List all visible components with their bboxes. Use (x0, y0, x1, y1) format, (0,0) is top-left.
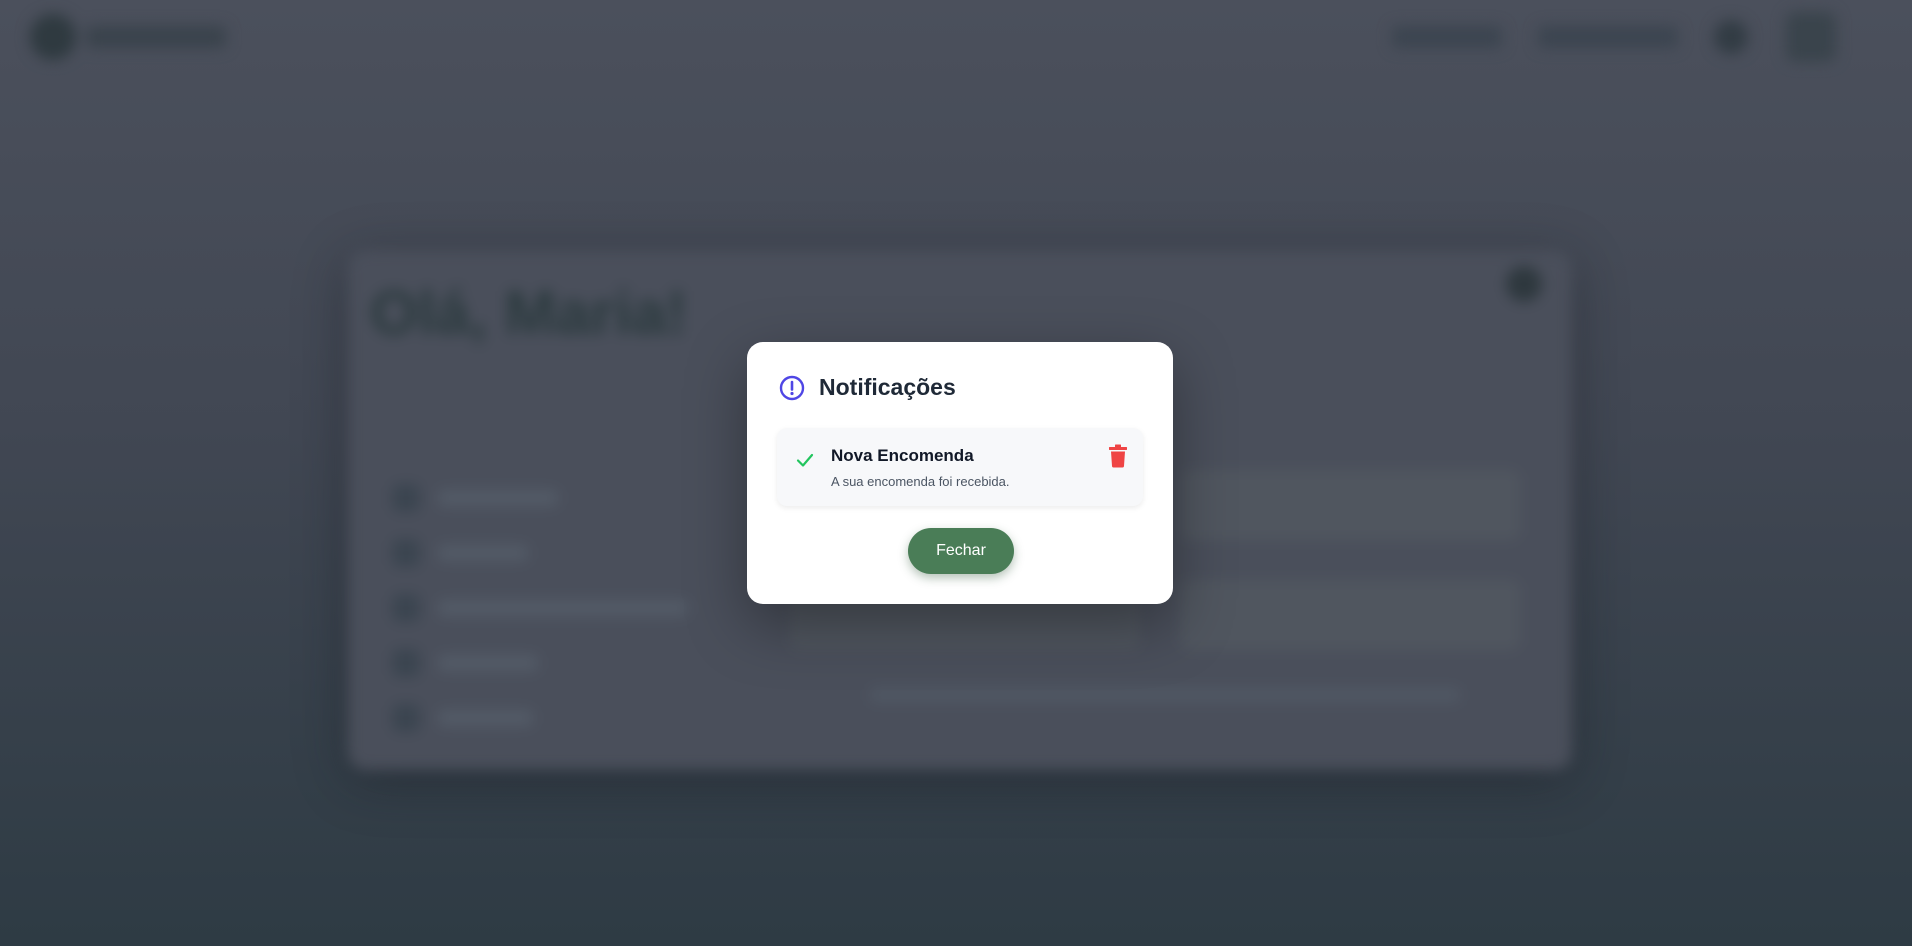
dashboard-close-icon (1506, 266, 1542, 302)
panel-tile (1180, 470, 1520, 540)
notification-title: Nova Encomenda (831, 446, 974, 465)
nav-link (1392, 26, 1502, 48)
modal-title: Notificações (819, 374, 956, 400)
dashboard-list (392, 470, 712, 745)
list-item (392, 470, 712, 525)
logo (30, 14, 76, 60)
nav-link (1538, 26, 1678, 48)
footer-text-placeholder (870, 688, 1460, 702)
list-item (392, 525, 712, 580)
top-navigation (0, 0, 1912, 78)
list-item (392, 580, 712, 635)
notification-bell-icon (1714, 20, 1748, 54)
avatar (1786, 12, 1836, 62)
alert-circle-icon (779, 375, 805, 400)
close-button[interactable]: Fechar (908, 528, 1014, 574)
notification-message: A sua encomenda foi recebida. (831, 474, 1010, 489)
list-item (392, 635, 712, 690)
check-icon (796, 453, 814, 467)
logo-text-placeholder (86, 26, 226, 48)
page-greeting: Olá, Maria! (370, 279, 687, 348)
notification-item: Nova Encomenda A sua encomenda foi receb… (777, 428, 1143, 506)
list-item (392, 690, 712, 745)
panel-tile (1180, 580, 1520, 650)
notifications-modal: Notificações Nova Encomenda A sua encome… (747, 342, 1173, 604)
trash-icon[interactable] (1107, 444, 1129, 468)
modal-header: Notificações (779, 374, 956, 401)
